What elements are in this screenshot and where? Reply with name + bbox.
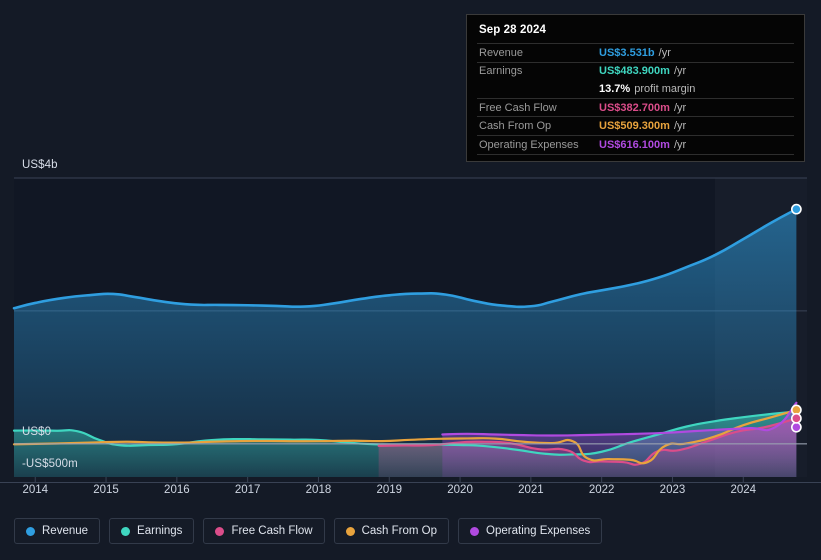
legend-color-dot-icon <box>26 526 35 536</box>
tooltip-profit-margin-row: 13.7% profit margin <box>477 80 794 98</box>
y-axis-label-zero: US$0 <box>22 426 52 438</box>
legend-color-dot-icon <box>470 526 480 536</box>
legend-color-dot-icon <box>121 526 131 536</box>
tooltip-metric-value: US$382.700m <box>599 101 670 114</box>
legend-color-dot-icon <box>345 526 355 536</box>
legend-item-operating-expenses[interactable]: Operating Expenses <box>458 518 603 544</box>
x-axis-tick-2016: 2016 <box>164 484 190 496</box>
tooltip-metric-value: US$616.100m <box>599 138 670 151</box>
tooltip-metric-unit: /yr <box>673 120 687 133</box>
tooltip-row: Cash From Op US$509.300m/yr <box>477 116 794 135</box>
x-axis-tick-2017: 2017 <box>234 484 261 496</box>
x-axis-tick-2015: 2015 <box>93 484 119 496</box>
legend-item-revenue[interactable]: Revenue <box>14 518 101 544</box>
tooltip-metric-label: Revenue <box>479 46 524 59</box>
chart-tooltip: Sep 28 2024 Revenue US$3.531b/yr Earnings U… <box>466 14 805 162</box>
tooltip-bottom-divider <box>477 153 794 155</box>
tooltip-metric-label: Cash From Op <box>479 120 552 133</box>
tooltip-row: Earnings US$483.900m/yr <box>477 61 794 81</box>
tooltip-row: Operating Expenses US$616.100m/yr <box>477 134 794 154</box>
tooltip-metric-unit: /yr <box>673 138 687 151</box>
tooltip-date: Sep 28 2024 <box>479 24 546 36</box>
tooltip-metric-value: US$3.531b <box>599 46 655 59</box>
x-axis-tick-2019: 2019 <box>376 484 403 496</box>
tooltip-row: Free Cash Flow US$382.700m/yr <box>477 97 794 117</box>
x-axis-tick-2014: 2014 <box>22 484 49 496</box>
legend-item-cash-from-op[interactable]: Cash From Op <box>333 518 450 544</box>
x-axis-tick-2022: 2022 <box>588 484 615 496</box>
legend-item-label: Earnings <box>137 525 183 537</box>
y-axis-label-top: US$4b <box>22 159 58 171</box>
tooltip-profit-margin-value: 13.7% <box>599 82 631 95</box>
x-axis-tick-2024: 2024 <box>730 484 757 496</box>
tooltip-profit-margin-label: profit margin <box>634 82 696 95</box>
tooltip-metric-unit: /yr <box>673 65 687 78</box>
chart-legend: Revenue Earnings Free Cash Flow Cash From O… <box>14 518 603 544</box>
y-axis-label-negative: -US$500m <box>22 458 78 470</box>
tooltip-metric-unit: /yr <box>658 46 671 59</box>
x-axis: 2014 2015 2016 2017 2018 2019 2020 2021 2022 2023… <box>0 484 821 502</box>
x-axis-tick-2021: 2021 <box>518 484 544 496</box>
x-axis-tick-2018: 2018 <box>305 484 332 496</box>
legend-item-label: Operating Expenses <box>486 525 591 537</box>
tooltip-rows: Revenue US$3.531b/yr Earnings US$483.900m/y… <box>477 43 794 155</box>
legend-item-free-cash-flow[interactable]: Free Cash Flow <box>203 518 325 544</box>
tooltip-metric-label: Earnings <box>479 65 523 78</box>
legend-item-label: Cash From Op <box>361 525 438 537</box>
legend-item-earnings[interactable]: Earnings <box>109 518 195 544</box>
tooltip-row: Revenue US$3.531b/yr <box>477 43 794 62</box>
legend-color-dot-icon <box>215 526 225 536</box>
chart-page: US$4b US$0 -US$500m 2014 2015 2016 2017 2018… <box>0 0 821 560</box>
legend-item-label: Free Cash Flow <box>231 525 313 537</box>
tooltip-metric-label: Free Cash Flow <box>479 101 557 114</box>
tooltip-metric-label: Operating Expenses <box>479 138 579 151</box>
tooltip-metric-value: US$483.900m <box>599 65 670 78</box>
x-axis-tick-2020: 2020 <box>447 484 473 496</box>
legend-item-label: Revenue <box>42 525 89 537</box>
tooltip-metric-value: US$509.300m <box>599 120 670 133</box>
tooltip-metric-unit: /yr <box>673 101 687 114</box>
x-axis-tick-2023: 2023 <box>659 484 686 496</box>
